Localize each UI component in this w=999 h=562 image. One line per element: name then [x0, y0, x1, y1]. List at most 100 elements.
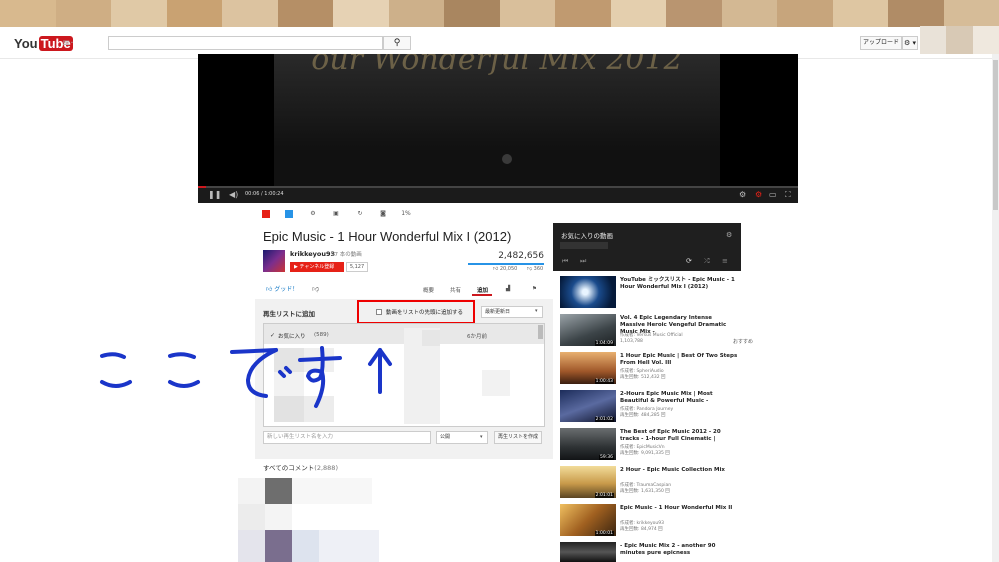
sidebar-item-meta: 作成者: TraumaCaspian 再生回数: 1,631,350 回 — [620, 483, 738, 495]
blurred-comment — [292, 478, 372, 504]
sidebar-item-title[interactable]: Epic Music - 1 Hour Wonderful Mix II — [620, 505, 738, 512]
hd-icon[interactable]: ⚙ — [755, 190, 762, 199]
dislike-button[interactable]: 👎︎ — [312, 284, 319, 293]
sidebar-item-meta: 作成者: Pandora Journey 再生回数: 484,285 回 — [620, 407, 738, 419]
page-scrollbar-thumb[interactable] — [993, 60, 998, 210]
video-thumbnail[interactable] — [560, 542, 616, 562]
sidebar-item[interactable]: 59:36 The Best of Epic Music 2012 - 20 t… — [557, 425, 741, 463]
handwriting-stroke — [100, 380, 132, 388]
pause-icon[interactable]: ❚❚ — [208, 190, 221, 199]
progress-fill — [198, 186, 206, 188]
sort-select[interactable]: 最新更新日 — [481, 306, 543, 318]
playlist-row-date: 6か月前 — [467, 334, 487, 340]
like-button[interactable]: 👍︎ グッド！ — [266, 284, 298, 293]
gear-icon[interactable]: ⚙ — [309, 210, 317, 218]
tab-summary[interactable]: 概要 — [423, 286, 434, 294]
sidebar-item[interactable]: 1:00:01 Epic Music - 1 Hour Wonderful Mi… — [557, 501, 741, 539]
blurred-comment — [265, 478, 292, 504]
flag-icon[interactable]: ⚑ — [532, 286, 537, 292]
tab-add[interactable]: 追加 — [477, 286, 488, 294]
sidebar-item-views: 再生回数: 9,091,335 回 — [620, 451, 670, 456]
add-to-top-label[interactable]: 動画をリストの先頭に追加する — [386, 308, 463, 316]
blurred-comment — [319, 530, 379, 562]
handwriting-stroke — [306, 346, 326, 408]
youtube-share-icon[interactable] — [262, 210, 270, 218]
stats-icon[interactable]: ▟ — [506, 286, 510, 292]
channel-video-count[interactable]: 97 本の動画 — [331, 250, 362, 258]
percent-label: 1% — [401, 210, 411, 217]
guide-menu-icon[interactable]: ≡· — [62, 38, 74, 49]
shuffle-icon[interactable]: ⤮ — [704, 257, 710, 266]
channel-avatar[interactable] — [263, 250, 285, 272]
search-button[interactable]: ⚲ — [383, 36, 411, 50]
sidebar-item-title[interactable]: - Epic Music Mix 2 - another 90 minutes … — [620, 543, 738, 557]
dislike-count: 👎︎ 360 — [527, 266, 543, 272]
video-frame[interactable]: our Wonderful Mix 2012 — [274, 54, 720, 187]
next-icon[interactable]: ⏭ — [580, 257, 586, 266]
sidebar-item-author: 作成者: SpheriAudio — [620, 369, 664, 374]
handwriting-stroke — [100, 352, 126, 359]
view-count: 2,482,656 — [498, 251, 544, 261]
player-controls — [198, 187, 798, 203]
spotlight-decoration — [502, 154, 512, 164]
channel-name-link[interactable]: krikkeyou93 — [290, 250, 335, 258]
sidebar-item-meta: 作成者: Versus Music Official 1,103,788 — [620, 333, 738, 345]
comments-heading-text: すべてのコメント — [263, 464, 315, 472]
upload-button[interactable]: アップロード — [860, 36, 902, 50]
sidebar-item-author: 作成者: Pandora Journey — [620, 407, 674, 412]
thumbs-up-icon: 👍︎ — [266, 286, 275, 293]
playlist-panel-heading: 再生リストに追加 — [263, 310, 315, 318]
sidebar-item-title[interactable]: The Best of Epic Music 2012 - 20 tracks … — [620, 429, 738, 443]
subscribe-button[interactable]: ▶ チャンネル登録 — [290, 262, 344, 272]
sidebar-item-title[interactable]: YouTube ミックスリスト - Epic Music - 1 Hour Wo… — [620, 277, 738, 291]
create-playlist-button[interactable]: 再生リストを作成 — [494, 431, 542, 444]
camera-icon[interactable]: ◙ — [379, 210, 387, 218]
account-settings-button[interactable]: ⚙ ▾ — [902, 36, 918, 50]
progress-bar[interactable] — [198, 186, 798, 188]
settings-gear-icon[interactable]: ⚙ — [739, 190, 746, 199]
handwriting-stroke — [284, 366, 292, 374]
fullscreen-icon[interactable]: ⛶ — [785, 190, 791, 200]
top-mosaic-bar — [0, 0, 999, 27]
add-to-top-checkbox[interactable] — [376, 309, 382, 315]
sidebar-item-views: 再生回数: 484,285 回 — [620, 413, 666, 418]
video-title: Epic Music - 1 Hour Wonderful Mix I (201… — [263, 229, 512, 244]
blurred-comment — [238, 504, 265, 530]
sidebar-playlist-title[interactable]: お気に入りの動画 — [561, 230, 613, 240]
subscriber-count: 5,127 — [346, 262, 368, 272]
duration-badge: 2:01:01 — [594, 493, 614, 498]
blurred-block — [422, 330, 440, 346]
theater-mode-icon[interactable]: ▭ — [769, 190, 777, 199]
duration-badge: 2:01:02 — [594, 417, 614, 422]
new-playlist-input[interactable]: 新しい再生リスト名を入力 — [263, 431, 431, 444]
gear-icon[interactable]: ⚙ — [726, 231, 732, 239]
sidebar-item[interactable]: - Epic Music Mix 2 - another 90 minutes … — [557, 539, 741, 562]
blurred-comment — [292, 530, 319, 562]
loop-icon[interactable]: ↻ — [356, 210, 364, 218]
menu-icon[interactable]: ≡ — [722, 257, 728, 265]
search-input[interactable] — [108, 36, 383, 50]
sidebar-item[interactable]: 2:01:01 2 Hour - Epic Music Collection M… — [557, 463, 741, 501]
sidebar-item[interactable]: YouTube ミックスリスト - Epic Music - 1 Hour Wo… — [557, 273, 741, 311]
handwriting-stroke — [298, 356, 342, 362]
video-thumbnail[interactable] — [560, 276, 616, 308]
previous-icon[interactable]: ⏮ — [562, 257, 568, 266]
sidebar-item[interactable]: 1:04:09 Vol. 4 Epic Legendary Intense Ma… — [557, 311, 741, 349]
loop-icon[interactable]: ⟳ — [686, 257, 692, 265]
duration-badge: 1:00:43 — [594, 379, 614, 384]
duration-badge: 1:00:01 — [594, 531, 614, 536]
blurred-comment — [238, 478, 265, 504]
volume-icon[interactable]: ◀) — [229, 190, 238, 199]
sidebar-item[interactable]: 1:00:43 1 Hour Epic Music | Best Of Two … — [557, 349, 741, 387]
playlist-scrollbar[interactable] — [538, 325, 543, 339]
sidebar-item-title[interactable]: 1 Hour Epic Music | Best Of Two Steps Fr… — [620, 353, 738, 367]
twitter-icon[interactable] — [285, 210, 293, 218]
comments-heading: すべてのコメント(2,888) — [263, 462, 338, 472]
sidebar-item[interactable]: 2:01:02 2-Hours Epic Music Mix | Most Be… — [557, 387, 741, 425]
tab-share[interactable]: 共有 — [450, 286, 461, 294]
sidebar-item-meta: 作成者: krikkeyou93 再生回数: 84,974 回 — [620, 521, 738, 533]
caption-icon[interactable]: ▣ — [332, 210, 340, 218]
handwriting-stroke — [168, 380, 200, 388]
sidebar-item-title[interactable]: 2 Hour - Epic Music Collection Mix — [620, 467, 738, 474]
sidebar-item-title[interactable]: 2-Hours Epic Music Mix | Most Beautiful … — [620, 391, 738, 405]
